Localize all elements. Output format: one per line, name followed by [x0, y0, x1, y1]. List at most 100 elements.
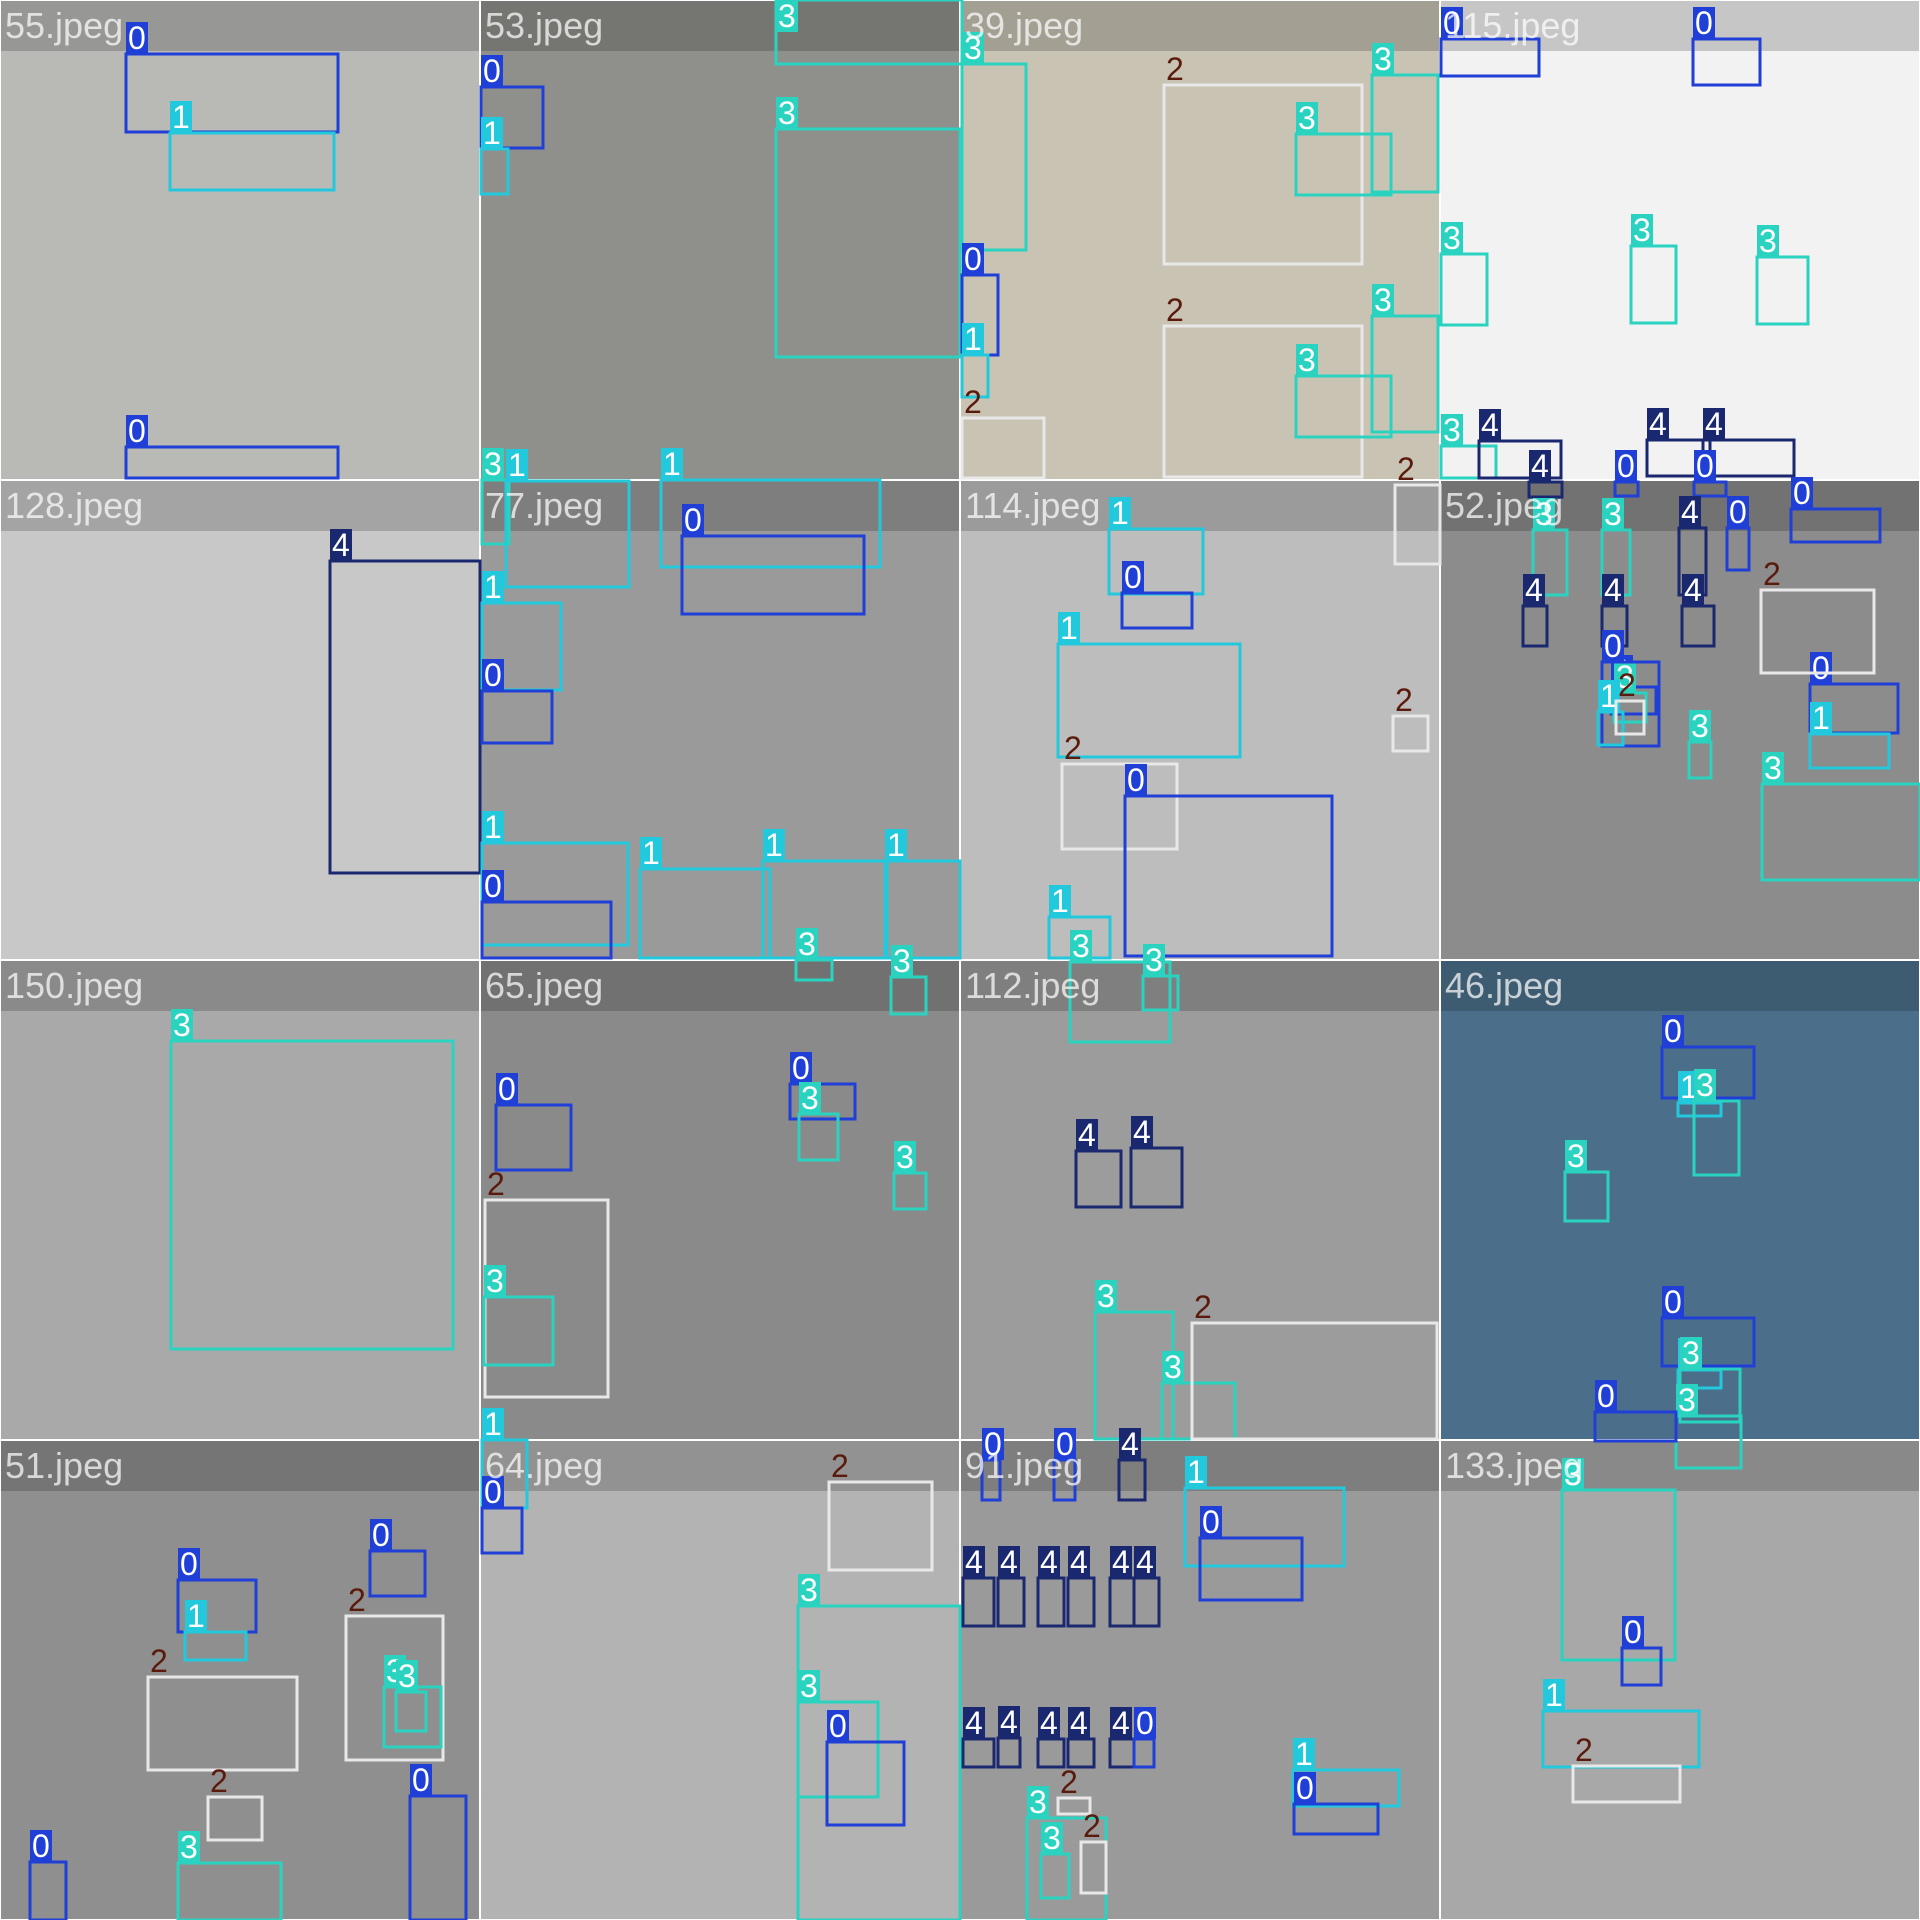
image-tile — [961, 961, 1439, 1439]
class-label: 3 — [778, 95, 796, 131]
class-label: 0 — [829, 1708, 847, 1744]
class-label: 3 — [1604, 496, 1622, 532]
class-label: 4 — [1000, 1704, 1018, 1740]
class-label: 1 — [1060, 610, 1078, 646]
class-label: 3 — [173, 1007, 191, 1043]
class-label: 0 — [1296, 1770, 1314, 1806]
class-label: 4 — [332, 527, 350, 563]
class-label: 0 — [1124, 559, 1142, 595]
class-label: 3 — [778, 0, 796, 34]
class-label: 1 — [484, 809, 502, 845]
class-label: 2 — [1166, 292, 1184, 328]
class-label: 3 — [1029, 1784, 1047, 1820]
class-label: 4 — [1040, 1705, 1058, 1741]
tile-filename: 52.jpeg — [1445, 485, 1563, 526]
class-label: 0 — [1604, 628, 1622, 664]
tile-filename: 46.jpeg — [1445, 965, 1563, 1006]
class-label: 3 — [1164, 1349, 1182, 1385]
tile-image — [481, 1, 959, 479]
class-label: 3 — [1443, 412, 1461, 448]
class-label: 1 — [663, 446, 681, 482]
tile-filename: 39.jpeg — [965, 5, 1083, 46]
class-label: 3 — [1759, 223, 1777, 259]
image-tile — [481, 1441, 959, 1919]
class-label: 4 — [1000, 1544, 1018, 1580]
class-label: 1 — [964, 321, 982, 357]
class-label: 4 — [1070, 1544, 1088, 1580]
class-label: 0 — [1664, 1013, 1682, 1049]
class-label: 4 — [965, 1544, 983, 1580]
class-label: 4 — [1112, 1544, 1130, 1580]
class-label: 3 — [1097, 1278, 1115, 1314]
class-label: 3 — [1145, 942, 1163, 978]
class-label: 3 — [484, 446, 502, 482]
class-label: 2 — [1064, 730, 1082, 766]
class-label: 2 — [1166, 51, 1184, 87]
class-label: 4 — [1604, 572, 1622, 608]
class-label: 1 — [1051, 883, 1069, 919]
class-label: 3 — [896, 1139, 914, 1175]
tile-filename: 114.jpeg — [965, 485, 1100, 526]
class-label: 3 — [1682, 1335, 1700, 1371]
image-tile — [1441, 1441, 1919, 1919]
tile-image — [1441, 1441, 1919, 1919]
class-label: 1 — [765, 827, 783, 863]
class-label: 4 — [1649, 406, 1667, 442]
class-label: 0 — [964, 241, 982, 277]
class-label: 0 — [1127, 762, 1145, 798]
class-label: 2 — [150, 1643, 168, 1679]
class-label: 1 — [172, 99, 190, 135]
class-label: 0 — [1793, 475, 1811, 511]
class-label: 1 — [1545, 1677, 1563, 1713]
class-label: 2 — [964, 384, 982, 420]
tile-image — [1, 961, 479, 1439]
image-tile — [1, 1, 479, 479]
tile-filename: 55.jpeg — [5, 5, 123, 46]
class-label: 3 — [1043, 1820, 1061, 1856]
class-label: 4 — [965, 1705, 983, 1741]
class-label: 0 — [372, 1517, 390, 1553]
class-label: 3 — [798, 926, 816, 962]
class-label: 3 — [893, 943, 911, 979]
tile-image — [1441, 1, 1919, 479]
class-label: 2 — [348, 1582, 366, 1618]
class-label: 3 — [1374, 282, 1392, 318]
tile-filename: 65.jpeg — [485, 965, 603, 1006]
class-label: 3 — [1298, 100, 1316, 136]
class-label: 1 — [642, 835, 660, 871]
class-label: 3 — [1072, 928, 1090, 964]
class-label: 2 — [1618, 667, 1636, 703]
class-label: 4 — [1070, 1705, 1088, 1741]
class-label: 3 — [1691, 708, 1709, 744]
class-label: 4 — [1684, 572, 1702, 608]
tile-filename: 133.jpeg — [1445, 1445, 1583, 1486]
class-label: 2 — [487, 1166, 505, 1202]
class-label: 0 — [1617, 448, 1635, 484]
class-label: 3 — [398, 1658, 416, 1694]
class-label: 4 — [1531, 448, 1549, 484]
class-label: 1 — [1111, 495, 1129, 531]
tile-filename: 51.jpeg — [5, 1445, 123, 1486]
class-label: 0 — [1664, 1284, 1682, 1320]
class-label: 0 — [180, 1546, 198, 1582]
class-label: 3 — [1374, 41, 1392, 77]
class-label: 0 — [483, 53, 501, 89]
class-label: 4 — [1681, 494, 1699, 530]
class-label: 3 — [1567, 1138, 1585, 1174]
class-label: 3 — [1764, 750, 1782, 786]
class-label: 4 — [1705, 406, 1723, 442]
class-label: 2 — [831, 1448, 849, 1484]
tile-image — [481, 1441, 959, 1919]
image-tile — [961, 481, 1439, 959]
class-label: 3 — [800, 1668, 818, 1704]
class-label: 0 — [498, 1071, 516, 1107]
class-label: 4 — [1078, 1117, 1096, 1153]
class-label: 3 — [1633, 212, 1651, 248]
class-label: 1 — [483, 115, 501, 151]
class-label: 0 — [1812, 650, 1830, 686]
class-label: 3 — [1696, 1067, 1714, 1103]
image-tile — [1, 481, 479, 959]
image-tile — [481, 1, 959, 479]
class-label: 0 — [1202, 1504, 1220, 1540]
class-label: 4 — [1112, 1705, 1130, 1741]
